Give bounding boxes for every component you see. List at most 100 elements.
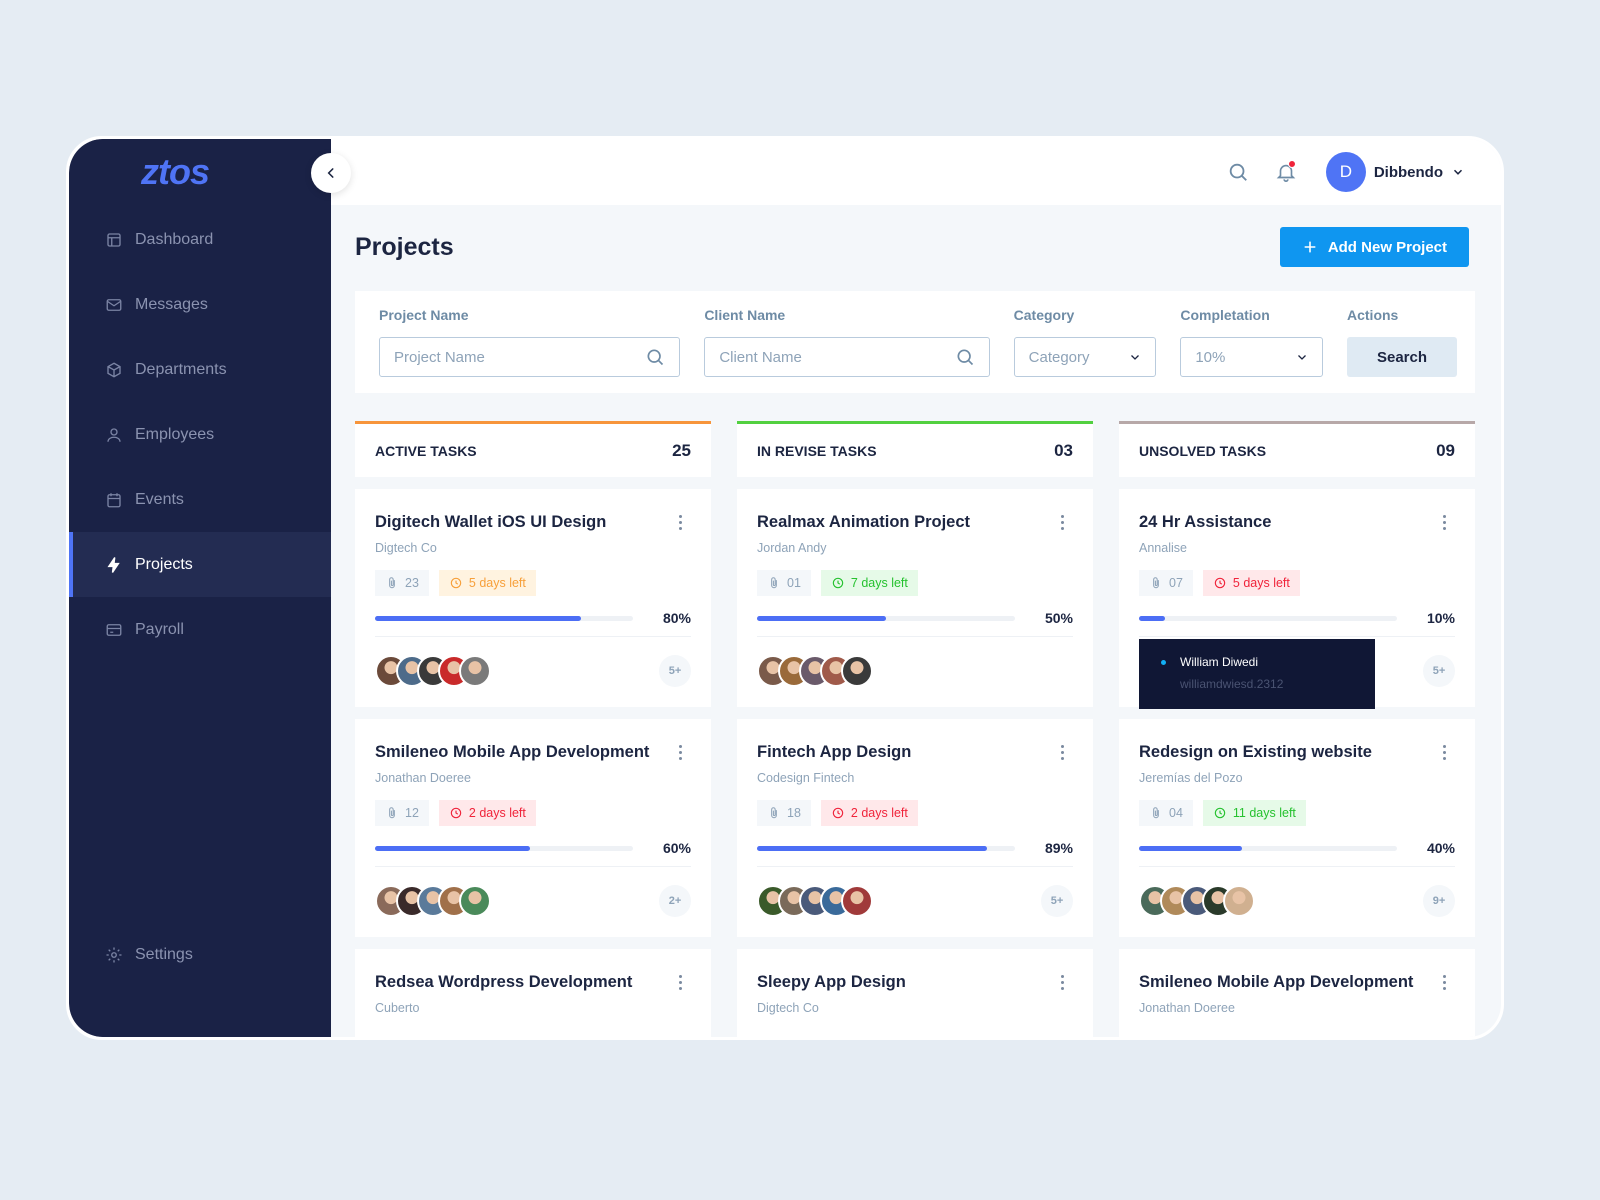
client-name: Cuberto — [375, 1001, 420, 1015]
more-members-badge[interactable]: 9+ — [1423, 885, 1455, 917]
more-options-icon[interactable] — [679, 975, 683, 993]
progress-percent: 80% — [662, 610, 691, 626]
member-avatar[interactable] — [841, 885, 873, 917]
attachment-count: 07 — [1139, 570, 1193, 596]
more-options-icon[interactable] — [1061, 745, 1065, 763]
more-options-icon[interactable] — [1061, 515, 1065, 533]
due-text: 2 days left — [850, 806, 908, 820]
add-new-project-button[interactable]: Add New Project — [1279, 227, 1469, 267]
project-title: Digitech Wallet iOS UI Design — [375, 513, 607, 531]
attachment-value: 23 — [405, 576, 419, 590]
more-options-icon[interactable] — [1443, 515, 1447, 533]
project-card[interactable]: Smileneo Mobile App Development Jonathan … — [1119, 949, 1475, 1037]
more-members-badge[interactable]: 5+ — [1423, 655, 1455, 687]
search-button[interactable]: Search — [1347, 337, 1457, 377]
due-badge: 7 days left — [820, 570, 918, 596]
project-title: Redsea Wordpress Development — [375, 973, 633, 991]
attachment-count: 04 — [1139, 800, 1193, 826]
sidebar-item-employees[interactable]: Employees — [69, 402, 331, 467]
search-button[interactable] — [1224, 158, 1252, 186]
sidebar-item-settings[interactable]: Settings — [69, 922, 193, 987]
due-text: 5 days left — [468, 576, 526, 590]
member-avatar[interactable] — [841, 655, 873, 687]
task-column: UNSOLVED TASKS 09 24 Hr Assistance Annalise… — [1119, 421, 1475, 1037]
sidebar-item-label: Departments — [135, 360, 227, 378]
more-options-icon[interactable] — [679, 515, 683, 533]
add-button-label: Add New Project — [1327, 238, 1447, 256]
search-icon — [1229, 163, 1247, 181]
gear-icon — [106, 947, 122, 962]
progress-percent: 89% — [1044, 840, 1073, 856]
project-title: Redesign on Existing website — [1139, 743, 1372, 761]
more-options-icon[interactable] — [1443, 975, 1447, 993]
due-badge: 5 days left — [1202, 570, 1300, 596]
completion-select[interactable]: 10% — [1180, 337, 1323, 377]
paperclip-icon — [1153, 577, 1159, 589]
project-card[interactable]: Fintech App Design Codesign Fintech 18 2 da… — [737, 719, 1093, 937]
progress-fill — [1139, 615, 1165, 621]
divider — [757, 636, 1073, 637]
project-card[interactable]: Sleepy App Design Digtech Co — [737, 949, 1093, 1037]
paperclip-icon — [771, 577, 777, 589]
tooltip-name: William Diwedi — [1161, 655, 1355, 669]
chevron-left-icon — [327, 168, 334, 178]
sidebar-item-dashboard[interactable]: Dashboard — [69, 207, 331, 272]
completion-label: Completation — [1180, 307, 1270, 323]
sidebar-item-events[interactable]: Events — [69, 467, 331, 532]
paperclip-icon — [1153, 807, 1159, 819]
sidebar-item-projects[interactable]: Projects — [69, 532, 331, 597]
sidebar-nav: Dashboard Messages Departments Employees Eve… — [69, 207, 331, 662]
column-title: ACTIVE TASKS — [375, 442, 477, 459]
member-avatar[interactable] — [1223, 885, 1255, 917]
column-header: ACTIVE TASKS 25 — [355, 421, 711, 477]
member-avatars — [375, 885, 491, 917]
notifications-button[interactable] — [1272, 158, 1300, 186]
client-name-label: Client Name — [704, 307, 786, 323]
client-name: Jonathan Doeree — [375, 771, 471, 785]
more-members-badge[interactable]: 5+ — [1041, 885, 1073, 917]
more-options-icon[interactable] — [1443, 745, 1447, 763]
page-title: Projects — [355, 232, 454, 261]
filter-bar: Project Name Project Name Client Name Cl… — [355, 291, 1475, 393]
progress-bar — [1139, 615, 1397, 621]
project-title: Smileneo Mobile App Development — [375, 743, 650, 761]
member-avatars — [757, 655, 873, 687]
due-badge: 5 days left — [438, 570, 536, 596]
column-title: IN REVISE TASKS — [757, 442, 877, 459]
category-label: Category — [1013, 307, 1075, 323]
more-members-badge[interactable]: 2+ — [659, 885, 691, 917]
member-avatar[interactable] — [459, 655, 491, 687]
client-name: Codesign Fintech — [757, 771, 855, 785]
member-avatar[interactable] — [459, 885, 491, 917]
project-card[interactable]: Redesign on Existing website Jeremías del… — [1119, 719, 1475, 937]
paperclip-icon — [389, 577, 395, 589]
column-count: 03 — [1054, 440, 1073, 460]
project-card[interactable]: Realmax Animation Project Jordan Andy 01 7 … — [737, 489, 1093, 707]
sidebar-item-messages[interactable]: Messages — [69, 272, 331, 337]
column-header: IN REVISE TASKS 03 — [737, 421, 1093, 477]
more-options-icon[interactable] — [679, 745, 683, 763]
attachment-value: 01 — [787, 576, 801, 590]
collapse-sidebar-button[interactable] — [311, 153, 351, 193]
progress-bar — [1139, 845, 1397, 851]
client-name-input[interactable]: Client Name — [704, 337, 990, 377]
column-title: UNSOLVED TASKS — [1139, 442, 1267, 459]
mail-icon — [106, 298, 122, 311]
user-menu[interactable]: D Dibbendo — [1325, 152, 1465, 192]
project-card[interactable]: Digitech Wallet iOS UI Design Digtech Co 2… — [355, 489, 711, 707]
attachment-value: 18 — [787, 806, 801, 820]
more-options-icon[interactable] — [1061, 975, 1065, 993]
sidebar-item-payroll[interactable]: Payroll — [69, 597, 331, 662]
progress-percent: 10% — [1426, 610, 1455, 626]
project-card[interactable]: Redsea Wordpress Development Cuberto — [355, 949, 711, 1037]
attachment-value: 04 — [1169, 806, 1183, 820]
project-name-input[interactable]: Project Name — [379, 337, 681, 377]
project-title: Sleepy App Design — [757, 973, 906, 991]
project-card[interactable]: Smileneo Mobile App Development Jonathan … — [355, 719, 711, 937]
chevron-down-icon — [1131, 355, 1140, 360]
sidebar-item-departments[interactable]: Departments — [69, 337, 331, 402]
category-select[interactable]: Category — [1013, 337, 1157, 377]
progress-bar — [757, 845, 1015, 851]
due-badge: 2 days left — [820, 800, 918, 826]
more-members-badge[interactable]: 5+ — [659, 655, 691, 687]
